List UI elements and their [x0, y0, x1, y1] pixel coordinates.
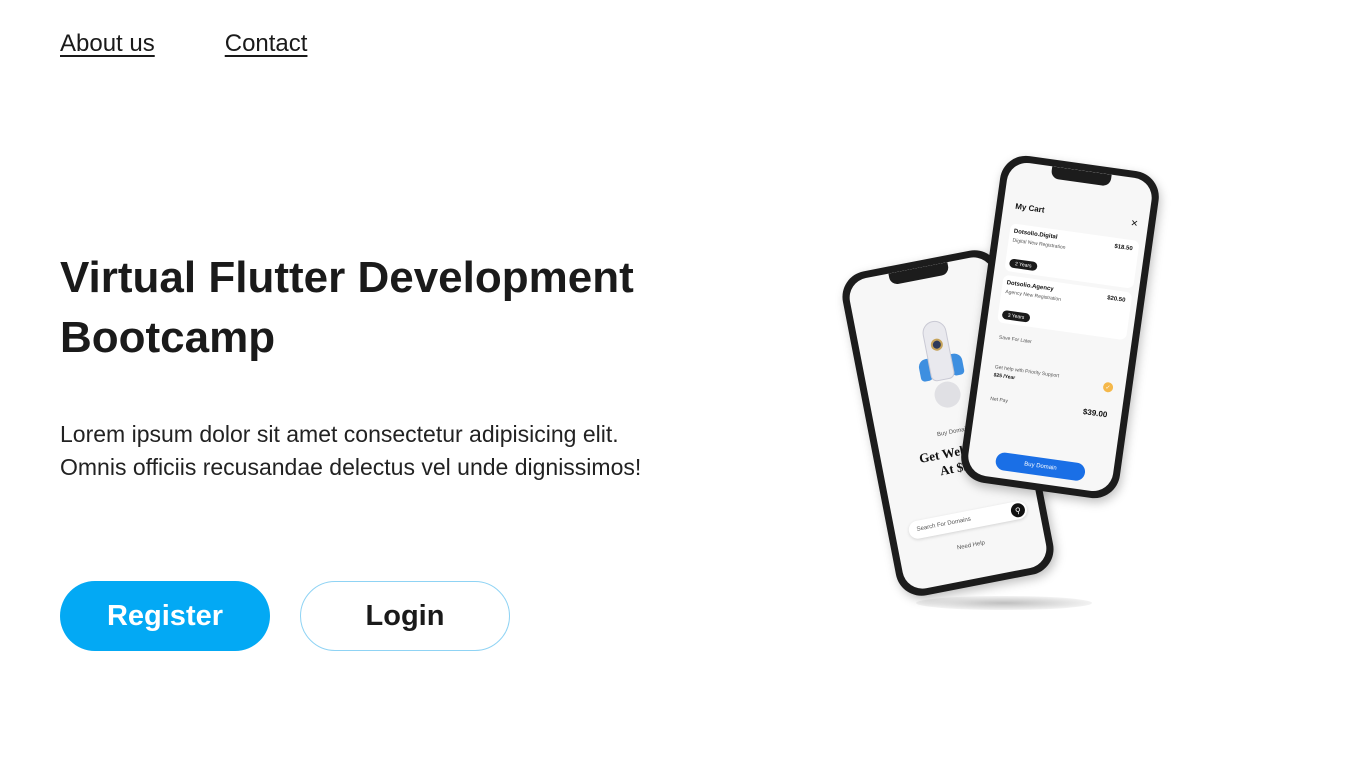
- cart-item-sub: Digital New Registration: [1012, 237, 1066, 251]
- phone-front-screen: My Cart ✕ Dotsolio.Digital Digital New R…: [965, 160, 1155, 494]
- term-select: 2 Years: [1008, 258, 1038, 272]
- phone-mockup-illustration: Buy Domain Get Web N At $5/ Search For D…: [837, 150, 1170, 620]
- login-button[interactable]: Login: [300, 581, 510, 651]
- cart-item-price: $20.50: [1106, 295, 1126, 304]
- top-nav: About us Contact: [60, 30, 307, 58]
- domain-search-bar: Search For Domains ⚲: [907, 499, 1029, 541]
- phone-shadow: [916, 596, 1092, 610]
- cart-item-price: $18.50: [1113, 243, 1133, 253]
- net-pay-label: Net Pay: [989, 396, 1009, 405]
- net-pay-value: $39.00: [1082, 407, 1108, 420]
- save-for-later: Save For Later: [998, 334, 1033, 346]
- hero-description: Lorem ipsum dolor sit amet consectetur a…: [60, 421, 642, 480]
- register-button[interactable]: Register: [60, 581, 270, 651]
- search-placeholder: Search For Domains: [916, 516, 972, 533]
- search-icon: ⚲: [1009, 502, 1027, 519]
- about-us-link[interactable]: About us: [60, 30, 155, 58]
- close-icon: ✕: [1129, 217, 1139, 229]
- check-icon: ✓: [1102, 381, 1114, 393]
- need-help-label: Need Help: [956, 540, 986, 552]
- buy-domain-button: Buy Domain: [994, 451, 1087, 482]
- term-select: 3 Years: [1001, 309, 1031, 323]
- phone-notch: [1050, 166, 1112, 187]
- phone-front: My Cart ✕ Dotsolio.Digital Digital New R…: [957, 152, 1163, 502]
- phone-notch: [888, 262, 950, 286]
- priority-support-price: $25 /Year: [993, 372, 1016, 382]
- hero-title: Virtual Flutter Development Bootcamp: [60, 253, 634, 362]
- rocket-icon: [911, 317, 971, 414]
- cart-title: My Cart: [1014, 201, 1046, 215]
- contact-link[interactable]: Contact: [225, 30, 308, 58]
